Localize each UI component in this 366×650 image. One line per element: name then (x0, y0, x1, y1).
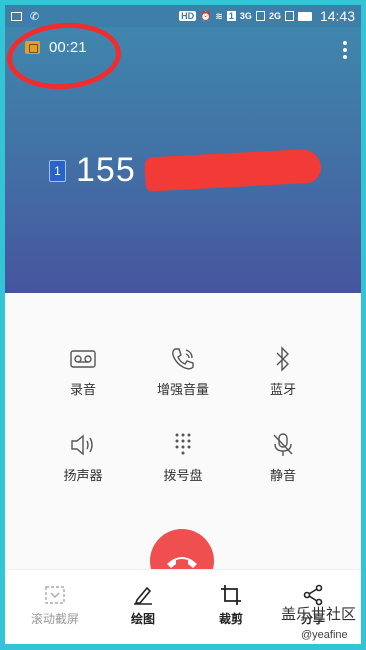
enhance-volume-label: 增强音量 (156, 382, 209, 397)
record-label: 录音 (69, 382, 96, 397)
watermark-handle: @yeafine (301, 629, 348, 641)
caller-number-row: 1 155 (49, 151, 136, 190)
redaction-mark (144, 148, 322, 192)
mute-button[interactable]: 静音 (233, 431, 333, 484)
record-button[interactable]: 录音 (33, 345, 133, 398)
crop-label: 裁剪 (218, 612, 243, 626)
network-3g: 3G (239, 11, 252, 21)
hd-badge: HD (179, 11, 197, 21)
network-2g: 2G (268, 11, 281, 21)
signal-icon-2 (284, 11, 294, 21)
mute-label: 静音 (269, 468, 296, 483)
scroll-capture-button[interactable]: 滚动截屏 (15, 584, 95, 627)
bluetooth-label: 蓝牙 (269, 382, 296, 397)
draw-button[interactable]: 绘图 (103, 584, 183, 627)
enhance-volume-icon (133, 345, 233, 373)
status-time: 14:43 (319, 8, 355, 24)
more-options-icon[interactable] (343, 41, 347, 62)
draw-label: 绘图 (130, 612, 155, 626)
caller-number: 155 (76, 151, 136, 189)
speaker-icon (33, 431, 133, 459)
call-controls: 录音 增强音量 蓝牙 扬声器 拨号盘 静音 (5, 293, 361, 593)
enhance-volume-button[interactable]: 增强音量 (133, 345, 233, 398)
highlight-annotation (5, 19, 124, 93)
watermark-title: 盖乐世社区 (281, 606, 357, 623)
crop-button[interactable]: 裁剪 (191, 584, 271, 627)
bluetooth-icon (233, 345, 333, 373)
gallery-icon (11, 11, 22, 21)
keypad-button[interactable]: 拨号盘 (133, 431, 233, 484)
record-icon (33, 345, 133, 373)
keypad-label: 拨号盘 (163, 468, 203, 483)
speaker-button[interactable]: 扬声器 (33, 431, 133, 484)
end-call-icon (167, 557, 197, 568)
signal-icon (255, 11, 265, 21)
draw-icon (103, 584, 183, 606)
wifi-icon: ≋ (215, 10, 223, 21)
sim-indicator: 1 (226, 11, 236, 21)
phone-icon: ✆ (30, 10, 40, 23)
alarm-icon: ⏰ (200, 10, 212, 21)
speaker-label: 扬声器 (63, 468, 103, 483)
scroll-capture-icon (15, 584, 95, 606)
crop-icon (191, 584, 271, 606)
screen-frame: ✆ HD ⏰ ≋ 1 3G 2G 14:43 00:21 1 155 录音 增强… (0, 0, 366, 650)
call-header: 00:21 1 155 (5, 19, 361, 293)
bluetooth-button[interactable]: 蓝牙 (233, 345, 333, 398)
sim-badge: 1 (49, 159, 66, 182)
scroll-capture-label: 滚动截屏 (30, 612, 79, 626)
battery-icon (297, 11, 312, 21)
keypad-icon (133, 431, 233, 459)
mute-icon (233, 431, 333, 459)
